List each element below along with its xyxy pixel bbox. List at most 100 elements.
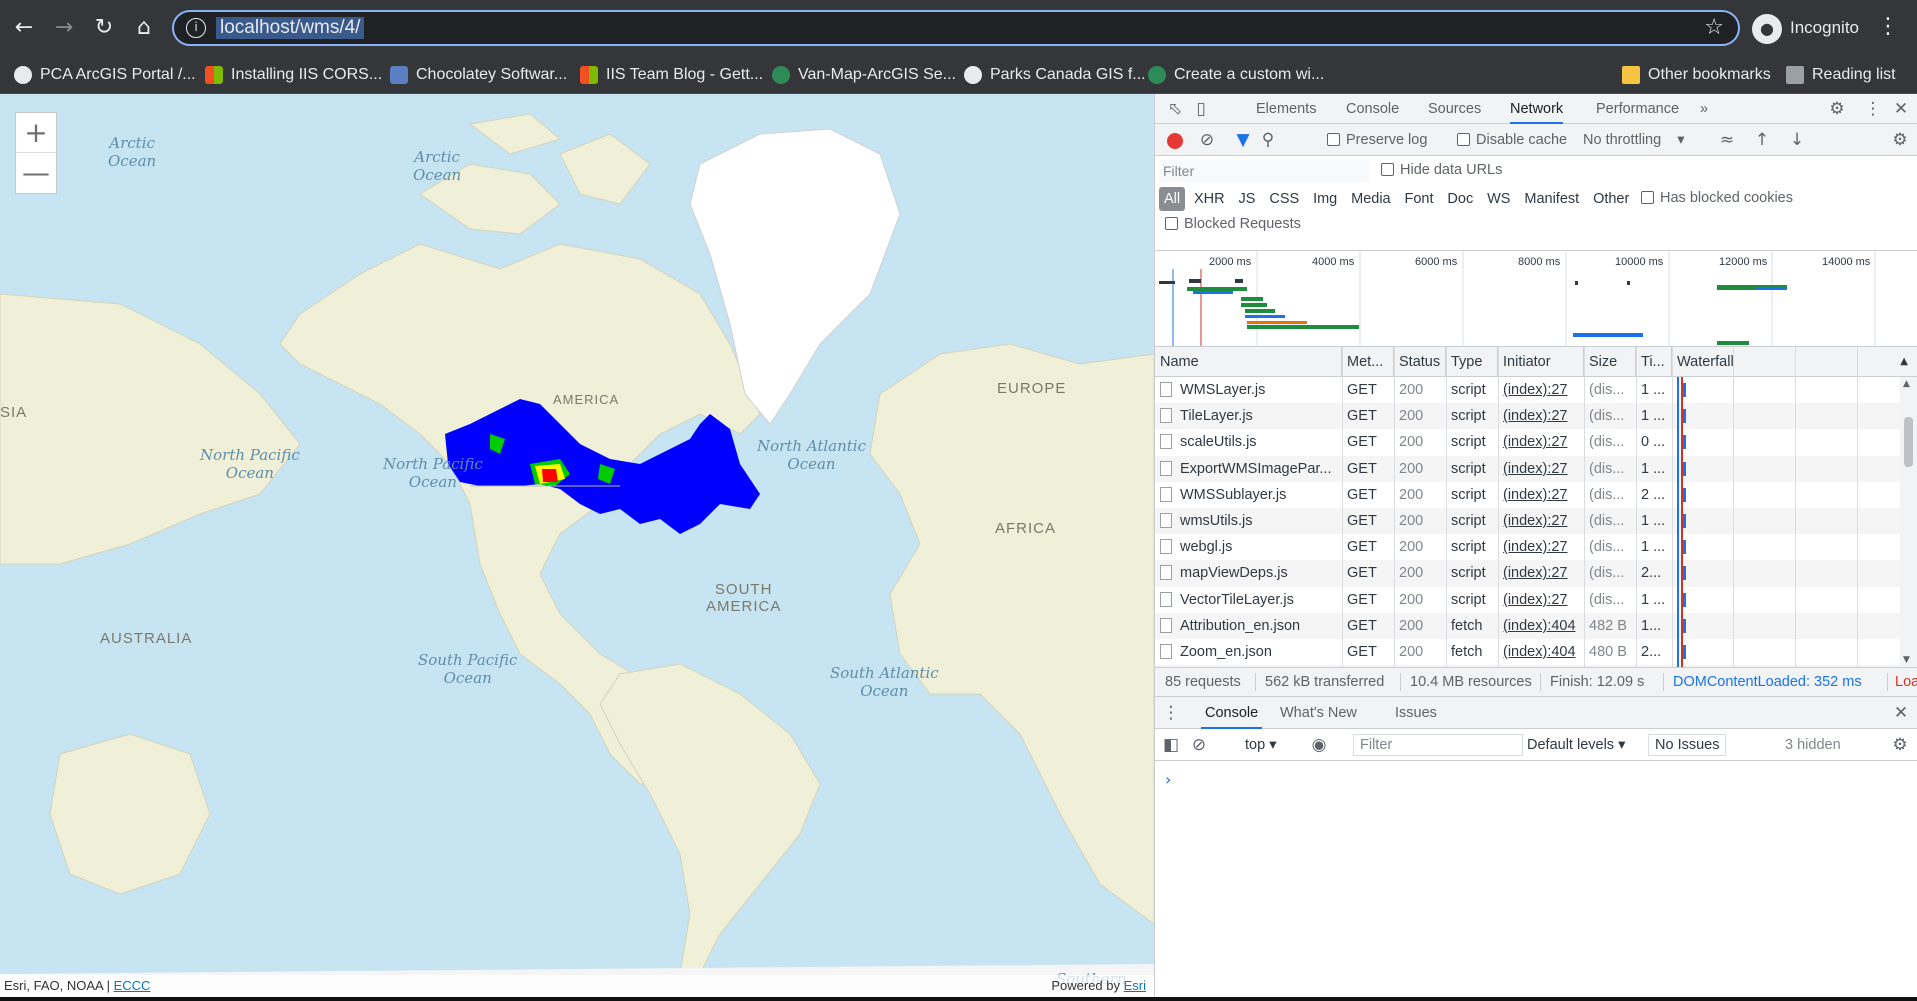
tab-sources[interactable]: Sources (1428, 94, 1481, 124)
settings-gear-icon[interactable]: ⚙ (1827, 99, 1847, 119)
back-icon[interactable]: ← (10, 14, 38, 42)
console-settings-gear-icon[interactable]: ⚙ (1890, 735, 1910, 755)
cell-initiator[interactable]: (index):404 (1498, 613, 1584, 639)
search-icon[interactable]: ⚲ (1258, 130, 1278, 150)
reload-icon[interactable]: ↻ (90, 14, 118, 42)
blocked-requests-checkbox[interactable]: Blocked Requests (1165, 216, 1301, 232)
table-row[interactable]: mapViewDeps.js GET 200 script (index):27 (dis… (1155, 560, 1917, 587)
clear-icon[interactable]: ⊘ (1197, 130, 1217, 150)
bookmark-item[interactable]: Van-Map-ArcGIS Se... (772, 64, 956, 86)
tab-console[interactable]: Console (1346, 94, 1399, 124)
column-method[interactable]: Met... (1342, 347, 1394, 377)
site-info-icon[interactable]: i (186, 18, 206, 38)
drawer-tab-issues[interactable]: Issues (1395, 697, 1437, 729)
has-blocked-cookies-checkbox[interactable]: Has blocked cookies (1641, 190, 1793, 206)
tab-network[interactable]: Network (1510, 94, 1564, 124)
attribution-link[interactable]: ECCC (114, 978, 151, 993)
other-bookmarks[interactable]: Other bookmarks (1622, 64, 1771, 86)
table-row[interactable]: wmsUtils.js GET 200 script (index):27 (dis...… (1155, 508, 1917, 535)
scroll-down-icon[interactable]: ▼ (1903, 655, 1910, 665)
type-filter-all[interactable]: All (1159, 187, 1186, 211)
type-filter-media[interactable]: Media (1346, 187, 1396, 211)
column-name[interactable]: Name (1155, 347, 1342, 377)
powered-by-link[interactable]: Esri (1124, 978, 1146, 993)
close-devtools-icon[interactable]: ✕ (1891, 99, 1911, 119)
table-row[interactable]: WMSSublayer.js GET 200 script (index):27 (dis… (1155, 482, 1917, 508)
type-filter-img[interactable]: Img (1308, 187, 1342, 211)
issues-counter-button[interactable]: No Issues (1648, 734, 1727, 756)
cell-initiator[interactable]: (index):27 (1498, 560, 1584, 586)
drawer-menu-icon[interactable]: ⋮ (1161, 703, 1181, 723)
home-icon[interactable]: ⌂ (130, 14, 158, 42)
type-filter-manifest[interactable]: Manifest (1519, 187, 1584, 211)
live-expression-eye-icon[interactable]: ◉ (1309, 735, 1329, 755)
zoom-in-button[interactable]: + (16, 113, 56, 153)
zoom-out-button[interactable]: — (16, 153, 56, 193)
column-time[interactable]: Ti... (1636, 347, 1672, 377)
more-tabs-icon[interactable]: » (1700, 94, 1708, 124)
cell-initiator[interactable]: (index):27 (1498, 377, 1584, 403)
map-view[interactable]: + — Arctic Ocean Arctic Ocean North Paci… (0, 94, 1154, 997)
type-filter-font[interactable]: Font (1400, 187, 1439, 211)
bookmark-item[interactable]: Create a custom wi... (1148, 64, 1324, 86)
table-row[interactable]: scaleUtils.js GET 200 script (index):27 (dis.… (1155, 429, 1917, 455)
console-prompt-chevron-icon[interactable]: › (1165, 770, 1171, 789)
type-filter-other[interactable]: Other (1588, 187, 1634, 211)
column-size[interactable]: Size (1584, 347, 1636, 377)
table-row[interactable]: VectorTileLayer.js GET 200 script (index):27… (1155, 587, 1917, 613)
bookmark-item[interactable]: Chocolatey Softwar... (390, 64, 567, 86)
console-filter-input[interactable]: Filter (1353, 734, 1523, 756)
cell-initiator[interactable]: (index):27 (1498, 456, 1584, 482)
table-row[interactable]: TileLayer.js GET 200 script (index):27 (dis..… (1155, 403, 1917, 430)
network-settings-gear-icon[interactable]: ⚙ (1890, 130, 1910, 150)
kebab-menu-icon[interactable]: ⋮ (1863, 99, 1883, 119)
hide-data-urls-checkbox[interactable]: Hide data URLs (1381, 162, 1502, 178)
device-toolbar-icon[interactable]: ▯ (1191, 99, 1211, 119)
clear-console-icon[interactable]: ⊘ (1189, 735, 1209, 755)
drawer-tab-whats-new[interactable]: What's New (1280, 697, 1357, 729)
inspect-element-icon[interactable]: ⬁ (1165, 99, 1185, 119)
column-status[interactable]: Status (1394, 347, 1446, 377)
cell-initiator[interactable]: (index):27 (1498, 482, 1584, 508)
throttling-select[interactable]: No throttling ▾ (1583, 132, 1685, 148)
url-text[interactable]: localhost/wms/4/ (216, 17, 365, 39)
type-filter-doc[interactable]: Doc (1442, 187, 1478, 211)
bookmark-item[interactable]: Installing IIS CORS... (205, 64, 382, 86)
cell-initiator[interactable]: (index):27 (1498, 508, 1584, 534)
type-filter-js[interactable]: JS (1234, 187, 1261, 211)
preserve-log-checkbox[interactable]: Preserve log (1327, 132, 1427, 148)
network-overview-timeline[interactable]: 2000 ms 4000 ms 6000 ms 8000 ms 10000 ms… (1155, 251, 1917, 347)
cell-initiator[interactable]: (index):404 (1498, 639, 1584, 665)
type-filter-ws[interactable]: WS (1482, 187, 1515, 211)
disable-cache-checkbox[interactable]: Disable cache (1457, 132, 1567, 148)
sidebar-toggle-icon[interactable]: ◧ (1161, 735, 1181, 755)
network-conditions-icon[interactable]: ≈ (1717, 130, 1737, 150)
reading-list[interactable]: Reading list (1786, 64, 1896, 86)
browser-menu-icon[interactable]: ⋮ (1877, 14, 1899, 39)
cell-initiator[interactable]: (index):27 (1498, 429, 1584, 455)
filter-funnel-icon[interactable]: ▼ (1233, 130, 1253, 150)
log-levels-select[interactable]: Default levels ▾ (1527, 735, 1625, 755)
tab-elements[interactable]: Elements (1256, 94, 1316, 124)
address-bar[interactable]: i localhost/wms/4/ ☆ (172, 10, 1740, 46)
bookmark-item[interactable]: Parks Canada GIS f... (964, 64, 1146, 86)
table-row[interactable]: ExportWMSImagePar... GET 200 script (index):… (1155, 455, 1917, 482)
column-initiator[interactable]: Initiator (1498, 347, 1584, 377)
column-type[interactable]: Type (1446, 347, 1498, 377)
network-request-list[interactable]: WMSLayer.js GET 200 script (index):27 (dis...… (1155, 377, 1917, 667)
scrollbar-thumb[interactable] (1904, 417, 1913, 467)
network-filter-input[interactable]: Filter (1159, 160, 1369, 182)
cell-initiator[interactable]: (index):27 (1498, 587, 1584, 613)
type-filter-xhr[interactable]: XHR (1189, 187, 1230, 211)
import-har-icon[interactable]: ↑ (1752, 130, 1772, 150)
bookmark-item[interactable]: IIS Team Blog - Gett... (580, 64, 763, 86)
context-select[interactable]: top ▾ (1245, 735, 1276, 755)
cell-initiator[interactable]: (index):27 (1498, 403, 1584, 429)
record-icon[interactable] (1167, 133, 1183, 149)
request-list-scrollbar[interactable]: ▲ ▼ (1900, 377, 1917, 667)
bookmark-star-icon[interactable]: ☆ (1704, 15, 1724, 40)
cell-initiator[interactable]: (index):27 (1498, 534, 1584, 560)
incognito-indicator[interactable]: ● Incognito (1752, 12, 1859, 44)
drawer-tab-console[interactable]: Console (1201, 697, 1263, 729)
close-drawer-icon[interactable]: ✕ (1891, 703, 1911, 723)
